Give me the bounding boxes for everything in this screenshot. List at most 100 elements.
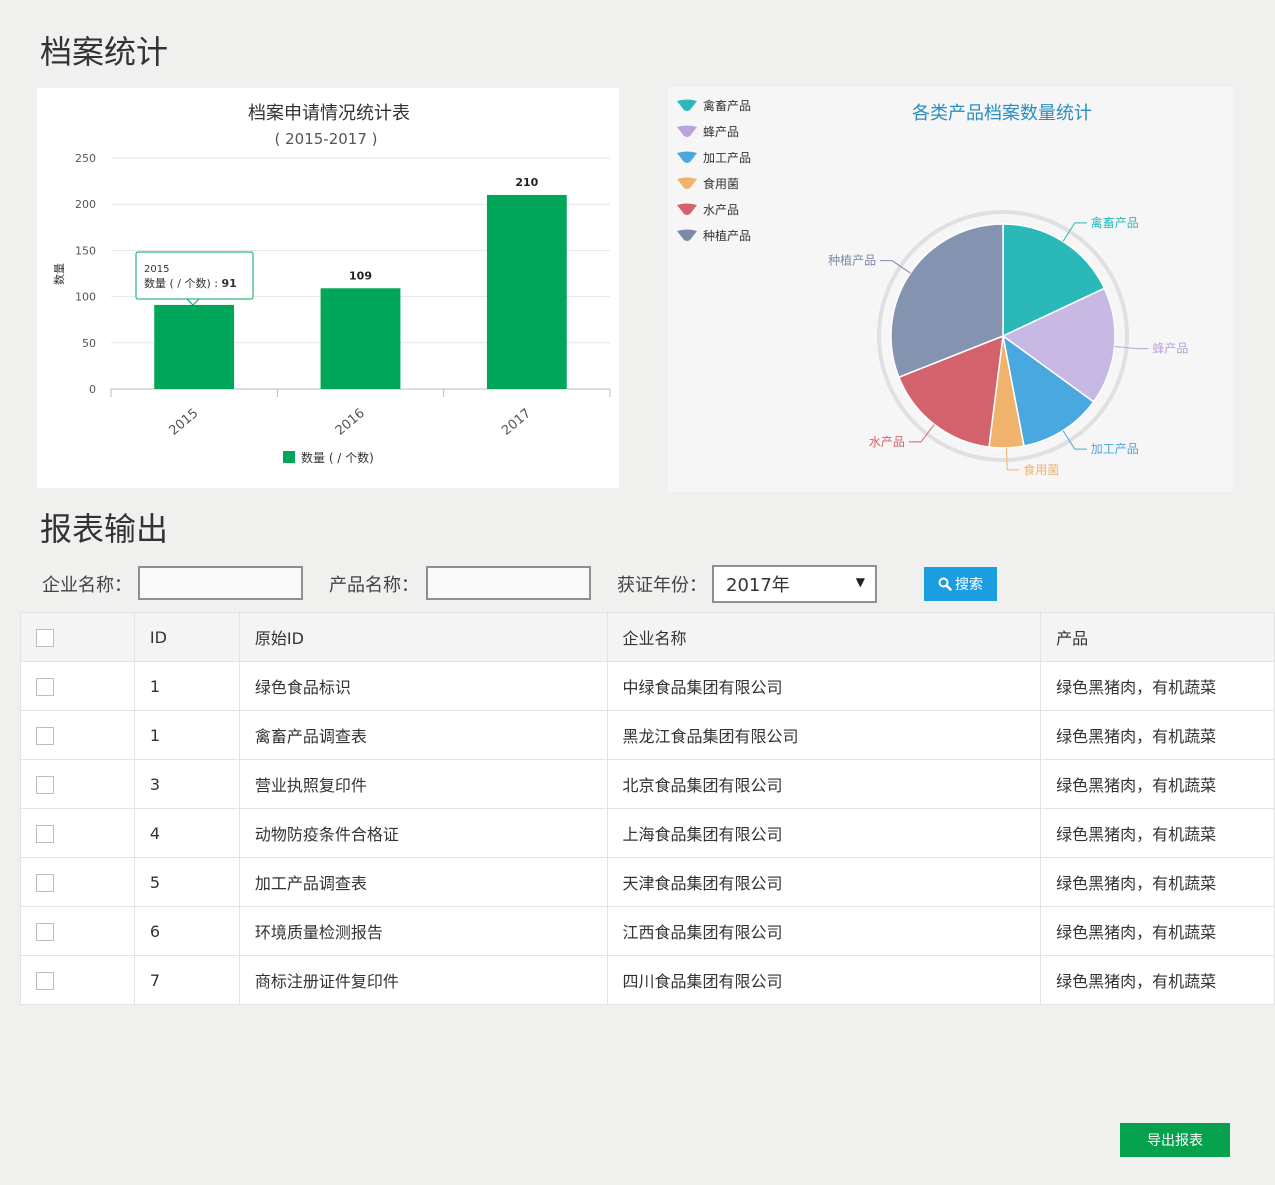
pie-legend-item[interactable]: 蜂产品 (677, 125, 739, 139)
bar-x-tick-label: 2016 (333, 406, 368, 439)
column-header-id[interactable]: ID (133, 612, 240, 662)
report-table: ID 原始ID 企业名称 产品 1 绿色食品标识 中绿食品集团有限公司 绿色黑猪… (20, 612, 1275, 1005)
pie-legend-item[interactable]: 水产品 (677, 203, 739, 217)
search-button-label: 搜索 (955, 576, 983, 592)
bar-y-tick-label: 200 (75, 198, 96, 211)
cell-company: 北京食品集团有限公司 (606, 759, 1042, 809)
select-all-checkbox[interactable] (36, 628, 54, 647)
cell-original-id: 环境质量检测报告 (238, 906, 608, 956)
search-button[interactable]: 搜索 (924, 567, 997, 601)
pie-legend-label: 蜂产品 (703, 125, 739, 139)
bar-chart-card: 档案申请情况统计表 ( 2015-2017 ) 数量 0 50 100 150 200 2… (37, 88, 619, 488)
search-icon (938, 577, 952, 591)
row-checkbox-cell (20, 955, 135, 1005)
bar-y-tick-label: 250 (75, 152, 96, 165)
tooltip-text: 数量 ( / 个数) : 91 (144, 277, 237, 290)
pie-legend-item[interactable]: 食用菌 (677, 176, 739, 191)
row-checkbox[interactable] (36, 677, 54, 696)
year-filter-label: 获证年份： (617, 575, 707, 596)
cell-id: 6 (133, 906, 240, 956)
bar-chart-title: 档案申请情况统计表 (248, 103, 410, 124)
bar-data-label: 109 (349, 269, 372, 282)
bar-legend-label[interactable]: 数量 ( / 个数) (301, 450, 374, 465)
row-checkbox[interactable] (36, 873, 54, 892)
table-row[interactable]: 7 商标注册证件复印件 四川食品集团有限公司 绿色黑猪肉，有机蔬菜 (20, 955, 1275, 1005)
cell-product: 绿色黑猪肉，有机蔬菜 (1040, 759, 1275, 809)
bar-y-tick-label: 100 (75, 291, 96, 304)
cell-id: 5 (133, 857, 240, 907)
table-row[interactable]: 6 环境质量检测报告 江西食品集团有限公司 绿色黑猪肉，有机蔬菜 (20, 906, 1275, 956)
table-row[interactable]: 1 绿色食品标识 中绿食品集团有限公司 绿色黑猪肉，有机蔬菜 (20, 661, 1275, 711)
pie-legend-item[interactable]: 种植产品 (677, 228, 751, 243)
bar-y-tick-label: 150 (75, 244, 96, 257)
bar-chart: 档案申请情况统计表 ( 2015-2017 ) 数量 0 50 100 150 200 2… (53, 103, 611, 465)
cell-product: 绿色黑猪肉，有机蔬菜 (1040, 906, 1275, 956)
pie-legend-label: 禽畜产品 (703, 98, 751, 113)
bar-y-tick-label: 0 (89, 383, 96, 396)
year-select[interactable]: 2017年 ▼ (712, 565, 877, 603)
cell-id: 7 (133, 955, 240, 1005)
select-all-cell (20, 612, 135, 662)
cell-original-id: 营业执照复印件 (238, 759, 608, 809)
row-checkbox[interactable] (36, 726, 54, 745)
pie-legend-item[interactable]: 加工产品 (677, 151, 751, 165)
cell-id: 1 (133, 710, 240, 760)
cell-id: 3 (133, 759, 240, 809)
bar-2017[interactable] (486, 194, 567, 389)
bar-y-tick-label: 50 (82, 337, 96, 350)
cell-company: 上海食品集团有限公司 (606, 808, 1042, 858)
pie-legend-label: 种植产品 (703, 228, 751, 243)
company-name-input[interactable] (138, 566, 303, 600)
bar-x-tick-label: 2017 (499, 406, 534, 439)
column-header-original-id[interactable]: 原始ID (238, 612, 608, 662)
pie-chart-title: 各类产品档案数量统计 (912, 103, 1092, 124)
pie-legend-label: 加工产品 (703, 151, 751, 165)
pie-slice-label: 水产品 (869, 435, 905, 449)
bar-chart-ylabel: 数量 (53, 263, 66, 285)
cell-company: 天津食品集团有限公司 (606, 857, 1042, 907)
cell-product: 绿色黑猪肉，有机蔬菜 (1040, 857, 1275, 907)
cell-original-id: 绿色食品标识 (238, 661, 608, 711)
bar-legend-swatch[interactable] (283, 451, 295, 463)
pie-legend-label: 食用菌 (703, 176, 739, 191)
year-select-value: 2017年 (726, 575, 790, 596)
table-row[interactable]: 3 营业执照复印件 北京食品集团有限公司 绿色黑猪肉，有机蔬菜 (20, 759, 1275, 809)
pie-chart: 各类产品档案数量统计 禽畜产品蜂产品加工产品食用菌水产品种植产品 禽畜产品蜂产品… (677, 98, 1188, 477)
cell-original-id: 商标注册证件复印件 (238, 955, 608, 1005)
cell-product: 绿色黑猪肉，有机蔬菜 (1040, 808, 1275, 858)
row-checkbox[interactable] (36, 824, 54, 843)
bar-2015[interactable] (154, 304, 235, 389)
table-row[interactable]: 1 禽畜产品调查表 黑龙江食品集团有限公司 绿色黑猪肉，有机蔬菜 (20, 710, 1275, 760)
row-checkbox[interactable] (36, 775, 54, 794)
pie-slice-label: 禽畜产品 (1091, 215, 1139, 230)
cell-original-id: 禽畜产品调查表 (238, 710, 608, 760)
table-row[interactable]: 5 加工产品调查表 天津食品集团有限公司 绿色黑猪肉，有机蔬菜 (20, 857, 1275, 907)
column-header-company[interactable]: 企业名称 (606, 612, 1042, 662)
bar-2016[interactable] (320, 288, 401, 389)
pie-legend-swatch (677, 229, 697, 241)
cell-id: 1 (133, 661, 240, 711)
cell-product: 绿色黑猪肉，有机蔬菜 (1040, 710, 1275, 760)
pie-legend-label: 水产品 (703, 203, 739, 217)
cell-company: 黑龙江食品集团有限公司 (606, 710, 1042, 760)
cell-company: 中绿食品集团有限公司 (606, 661, 1042, 711)
stats-section-title: 档案统计 (40, 33, 169, 71)
pie-legend-item[interactable]: 禽畜产品 (677, 98, 751, 113)
bar-chart-subtitle: ( 2015-2017 ) (274, 130, 377, 148)
row-checkbox-cell (20, 857, 135, 907)
pie-legend-swatch (677, 151, 697, 163)
row-checkbox[interactable] (36, 971, 54, 990)
product-name-input[interactable] (426, 566, 591, 600)
pie-label-line (1062, 222, 1087, 242)
pie-slice-label: 加工产品 (1091, 442, 1139, 456)
table-row[interactable]: 4 动物防疫条件合格证 上海食品集团有限公司 绿色黑猪肉，有机蔬菜 (20, 808, 1275, 858)
bar-tooltip: 2015 数量 ( / 个数) : 91 (135, 251, 254, 306)
export-report-button[interactable]: 导出报表 (1120, 1123, 1230, 1157)
product-filter-label: 产品名称： (329, 575, 419, 596)
cell-company: 四川食品集团有限公司 (606, 955, 1042, 1005)
column-header-product[interactable]: 产品 (1040, 612, 1275, 662)
row-checkbox[interactable] (36, 922, 54, 941)
pie-slice-label: 蜂产品 (1152, 342, 1188, 356)
pie-legend-swatch (677, 177, 697, 189)
row-checkbox-cell (20, 808, 135, 858)
